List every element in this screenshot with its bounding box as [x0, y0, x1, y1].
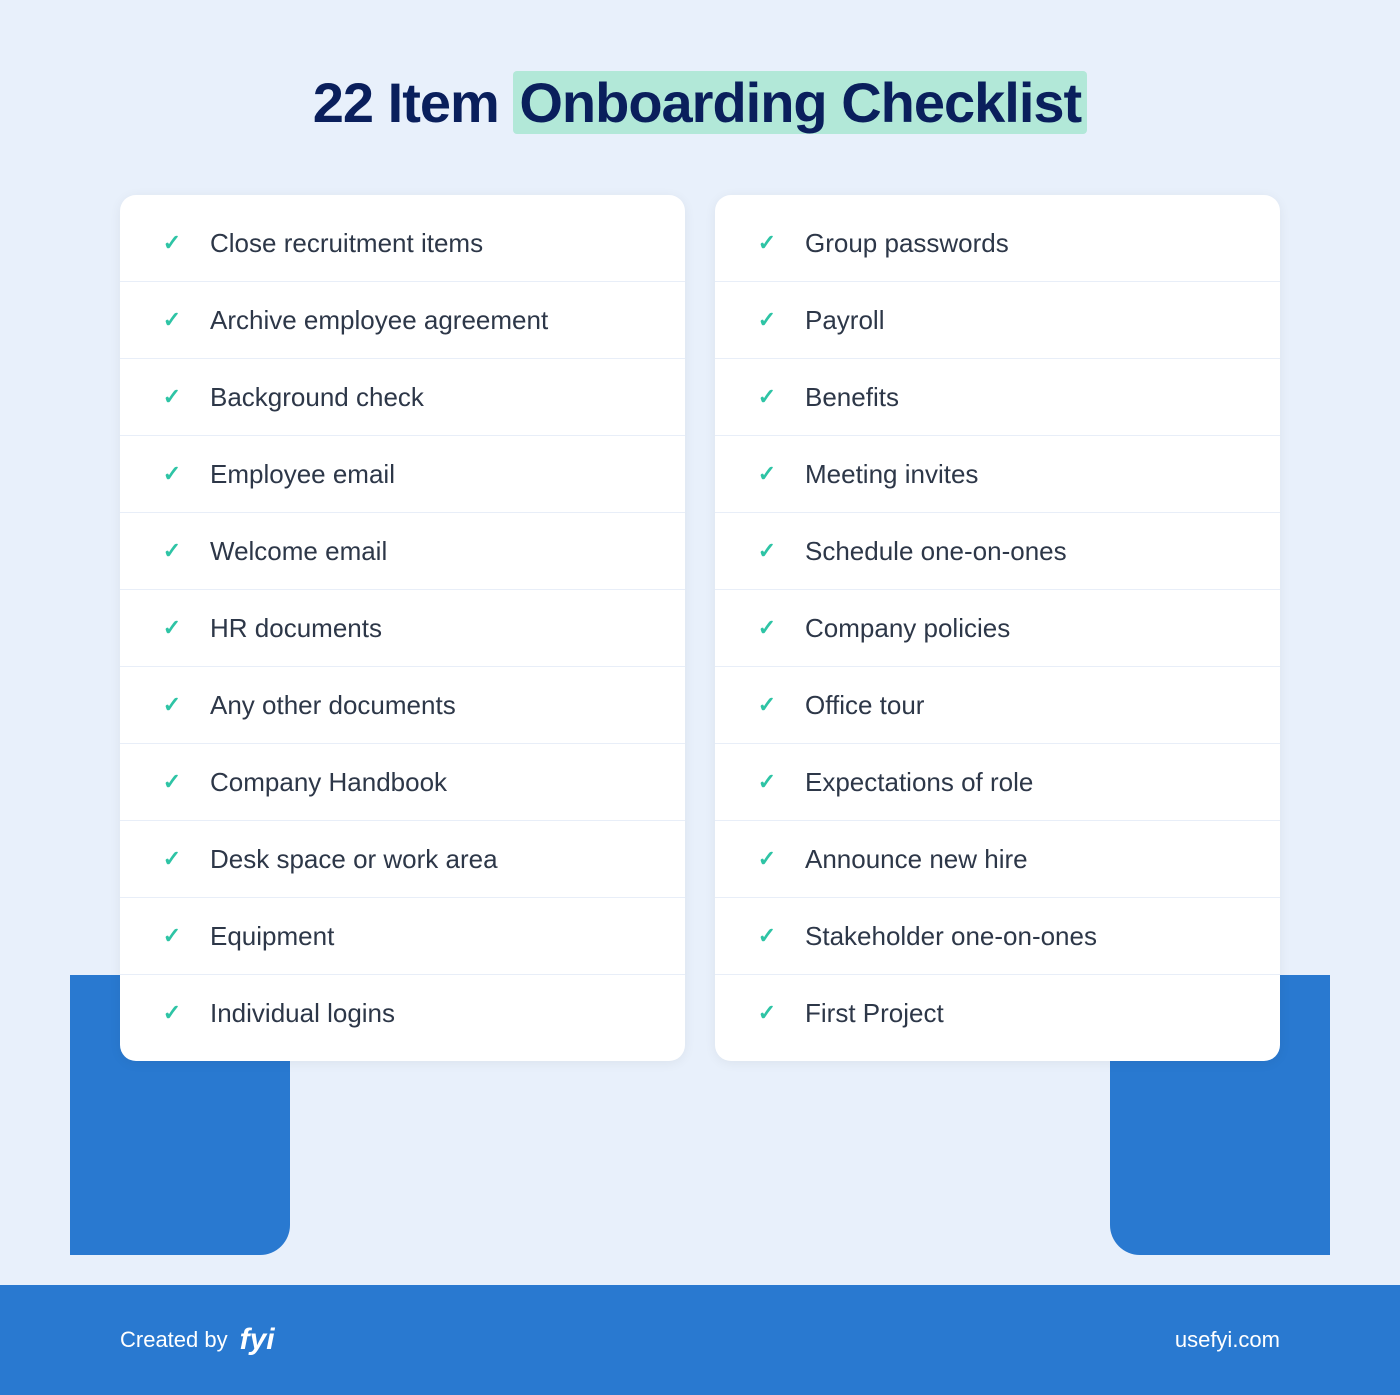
item-label: Meeting invites [805, 459, 978, 490]
list-item: ✓ Equipment [120, 898, 685, 975]
list-item: ✓ Meeting invites [715, 436, 1280, 513]
list-item: ✓ Company Handbook [120, 744, 685, 821]
check-icon: ✓ [751, 381, 783, 413]
footer-left: Created by fyi [120, 1323, 275, 1357]
item-label: Close recruitment items [210, 228, 483, 259]
check-icon: ✓ [156, 535, 188, 567]
list-item: ✓ Announce new hire [715, 821, 1280, 898]
item-label: Benefits [805, 382, 899, 413]
check-icon: ✓ [751, 689, 783, 721]
check-icon: ✓ [156, 381, 188, 413]
list-item: ✓ HR documents [120, 590, 685, 667]
item-label: Expectations of role [805, 767, 1033, 798]
check-icon: ✓ [751, 920, 783, 952]
item-label: Office tour [805, 690, 924, 721]
item-label: First Project [805, 998, 944, 1029]
page-title: 22 Item Onboarding Checklist [313, 70, 1087, 135]
footer-brand-name: fyi [240, 1323, 275, 1357]
item-label: Stakeholder one-on-ones [805, 921, 1097, 952]
item-label: Company policies [805, 613, 1010, 644]
check-icon: ✓ [156, 227, 188, 259]
check-icon: ✓ [751, 227, 783, 259]
list-item: ✓ Archive employee agreement [120, 282, 685, 359]
list-item: ✓ Background check [120, 359, 685, 436]
check-icon: ✓ [156, 612, 188, 644]
list-item: ✓ Office tour [715, 667, 1280, 744]
item-label: Equipment [210, 921, 334, 952]
left-checklist-card: ✓ Close recruitment items ✓ Archive empl… [120, 195, 685, 1061]
list-item: ✓ Benefits [715, 359, 1280, 436]
check-icon: ✓ [751, 843, 783, 875]
check-icon: ✓ [156, 843, 188, 875]
check-icon: ✓ [156, 458, 188, 490]
item-label: Schedule one-on-ones [805, 536, 1067, 567]
footer-created-by-label: Created by [120, 1327, 228, 1353]
title-prefix: 22 Item [313, 71, 514, 134]
item-label: Welcome email [210, 536, 387, 567]
check-icon: ✓ [156, 689, 188, 721]
item-label: HR documents [210, 613, 382, 644]
title-highlight: Onboarding Checklist [513, 71, 1087, 134]
check-icon: ✓ [156, 920, 188, 952]
list-item: ✓ Desk space or work area [120, 821, 685, 898]
item-label: Any other documents [210, 690, 456, 721]
main-content: ✓ Close recruitment items ✓ Archive empl… [120, 195, 1280, 1061]
check-icon: ✓ [156, 766, 188, 798]
list-item: ✓ Group passwords [715, 205, 1280, 282]
check-icon: ✓ [751, 304, 783, 336]
footer-url: usefyi.com [1175, 1327, 1280, 1353]
check-icon: ✓ [751, 458, 783, 490]
list-item: ✓ Any other documents [120, 667, 685, 744]
item-label: Payroll [805, 305, 884, 336]
header: 22 Item Onboarding Checklist [313, 70, 1087, 135]
item-label: Desk space or work area [210, 844, 498, 875]
list-item: ✓ Expectations of role [715, 744, 1280, 821]
item-label: Group passwords [805, 228, 1009, 259]
item-label: Individual logins [210, 998, 395, 1029]
list-item: ✓ Welcome email [120, 513, 685, 590]
check-icon: ✓ [156, 997, 188, 1029]
check-icon: ✓ [751, 766, 783, 798]
item-label: Background check [210, 382, 424, 413]
right-checklist-card: ✓ Group passwords ✓ Payroll ✓ Benefits ✓… [715, 195, 1280, 1061]
list-item: ✓ Employee email [120, 436, 685, 513]
list-item: ✓ Company policies [715, 590, 1280, 667]
list-item: ✓ Stakeholder one-on-ones [715, 898, 1280, 975]
list-item: ✓ Individual logins [120, 975, 685, 1051]
list-item: ✓ Close recruitment items [120, 205, 685, 282]
item-label: Announce new hire [805, 844, 1028, 875]
page-wrapper: 22 Item Onboarding Checklist ✓ Close rec… [0, 0, 1400, 1395]
check-icon: ✓ [751, 612, 783, 644]
list-item: ✓ Payroll [715, 282, 1280, 359]
list-item: ✓ First Project [715, 975, 1280, 1051]
item-label: Employee email [210, 459, 395, 490]
item-label: Company Handbook [210, 767, 447, 798]
check-icon: ✓ [751, 535, 783, 567]
item-label: Archive employee agreement [210, 305, 548, 336]
list-item: ✓ Schedule one-on-ones [715, 513, 1280, 590]
check-icon: ✓ [156, 304, 188, 336]
check-icon: ✓ [751, 997, 783, 1029]
footer: Created by fyi usefyi.com [0, 1285, 1400, 1395]
